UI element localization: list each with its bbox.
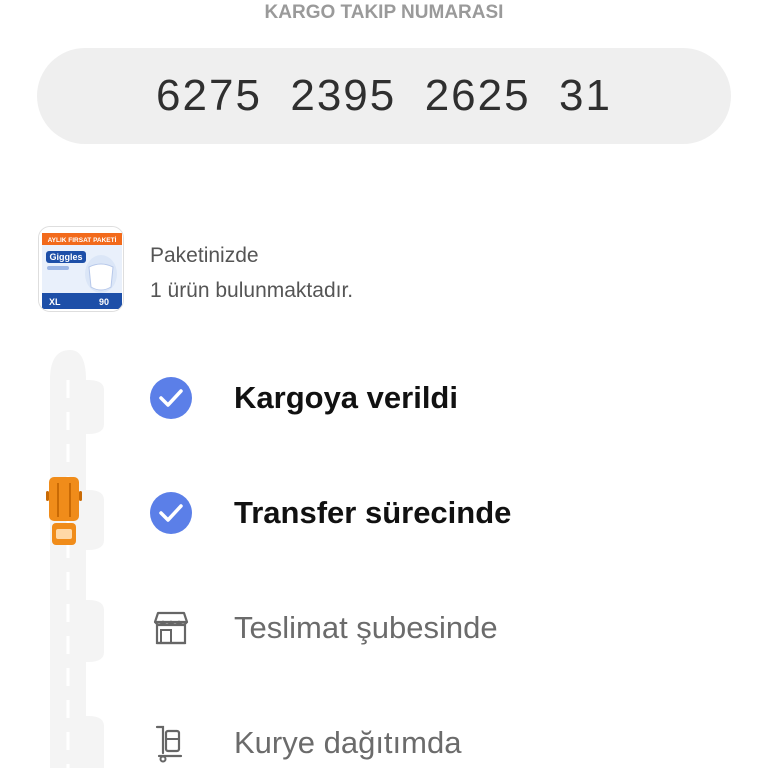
package-info-line2: 1 ürün bulunmaktadır. xyxy=(150,279,354,302)
check-circle-icon xyxy=(148,490,194,536)
check-circle-icon xyxy=(148,375,194,421)
step-in-transfer: Transfer sürecinde xyxy=(148,489,748,537)
step-out-for-delivery: Kurye dağıtımda xyxy=(148,719,748,767)
product-thumbnail[interactable]: AYLIK FIRSAT PAKETİ Giggles XL 90 xyxy=(38,226,124,312)
step-label: Kurye dağıtımda xyxy=(234,725,462,760)
storefront-icon xyxy=(148,605,194,651)
step-label: Transfer sürecinde xyxy=(234,495,512,530)
thumb-brand-text: Giggles xyxy=(49,252,82,262)
step-label: Teslimat şubesinde xyxy=(234,610,498,645)
package-info: Paketinizde 1 ürün bulunmaktadır. xyxy=(150,238,353,308)
tracking-number-box[interactable]: 6275 2395 2625 31 xyxy=(37,48,731,144)
progress-road xyxy=(36,350,106,768)
step-shipped: Kargoya verildi xyxy=(148,374,748,422)
tracking-number-title: KARGO TAKIP NUMARASI xyxy=(264,2,504,23)
thumb-banner-text: AYLIK FIRSAT PAKETİ xyxy=(48,236,117,244)
thumb-size-text: XL xyxy=(49,297,61,307)
truck-icon xyxy=(46,477,82,549)
thumb-count-text: 90 xyxy=(99,297,109,307)
package-info-line1: Paketinizde xyxy=(150,244,259,267)
step-label: Kargoya verildi xyxy=(234,380,458,415)
courier-trolley-icon xyxy=(148,720,194,766)
step-at-delivery-branch: Teslimat şubesinde xyxy=(148,604,748,652)
package-summary[interactable]: AYLIK FIRSAT PAKETİ Giggles XL 90 Paketi… xyxy=(38,226,738,312)
tracking-number-value[interactable]: 6275 2395 2625 31 xyxy=(156,71,612,121)
